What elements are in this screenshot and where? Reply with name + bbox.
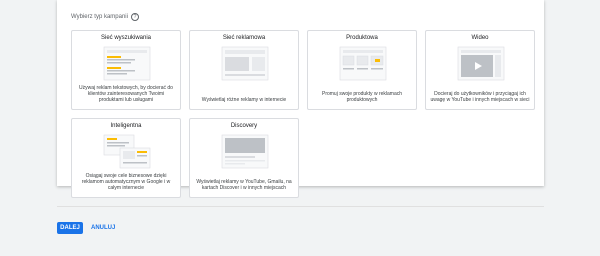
help-icon[interactable]: ? xyxy=(130,13,139,21)
card-title: Inteligentna xyxy=(110,123,142,129)
discovery-ad-illustration-icon xyxy=(220,134,270,169)
card-search[interactable]: Sieć wyszukiwania Używaj reklam tekstowy… xyxy=(71,30,181,110)
campaign-type-panel: Wybierz typ kampanii ? Sieć wyszukiwania… xyxy=(57,0,544,198)
card-description: Używaj reklam tekstowych, by docierać do… xyxy=(79,85,173,103)
card-description: Promuj swoje produkty w reklamach produk… xyxy=(321,91,403,103)
card-title: Produktowa xyxy=(346,35,378,41)
cancel-button[interactable]: ANULUJ xyxy=(91,222,115,234)
card-description: Osiągaj swoje cele biznesowe dzięki rekl… xyxy=(81,173,171,191)
card-description: Wyświetlaj reklamy w YouTube, Gmailu, na… xyxy=(196,179,292,191)
card-display[interactable]: Sieć reklamowa Wyświetlaj różne reklamy … xyxy=(189,30,299,110)
divider xyxy=(57,206,544,207)
section-title-text: Wybierz typ kampanii xyxy=(71,14,128,20)
card-video[interactable]: Wideo Docieraj do użytkowników i przycią… xyxy=(425,30,535,110)
section-title: Wybierz typ kampanii ? xyxy=(71,13,139,21)
next-button[interactable]: DALEJ xyxy=(57,222,83,234)
shopping-ad-illustration-icon xyxy=(338,46,388,81)
card-title: Sieć reklamowa xyxy=(222,35,266,41)
card-title: Discovery xyxy=(230,123,258,129)
card-title: Sieć wyszukiwania xyxy=(100,35,152,41)
search-ad-illustration-icon xyxy=(102,46,152,81)
card-discovery[interactable]: Discovery Wyświetlaj reklamy w YouTube, … xyxy=(189,118,299,198)
card-title: Wideo xyxy=(471,35,489,41)
card-description: Docieraj do użytkowników i przyciągaj ic… xyxy=(430,91,530,103)
video-ad-illustration-icon xyxy=(456,46,506,81)
card-smart[interactable]: Inteligentna Osiągaj swoje cele biznesow… xyxy=(71,118,181,198)
display-ad-illustration-icon xyxy=(220,46,270,81)
smart-ad-illustration-icon xyxy=(102,134,152,169)
card-description: Wyświetlaj różne reklamy w internecie xyxy=(201,97,287,103)
card-shopping[interactable]: Produktowa Promuj swoje produkty w rekla… xyxy=(307,30,417,110)
